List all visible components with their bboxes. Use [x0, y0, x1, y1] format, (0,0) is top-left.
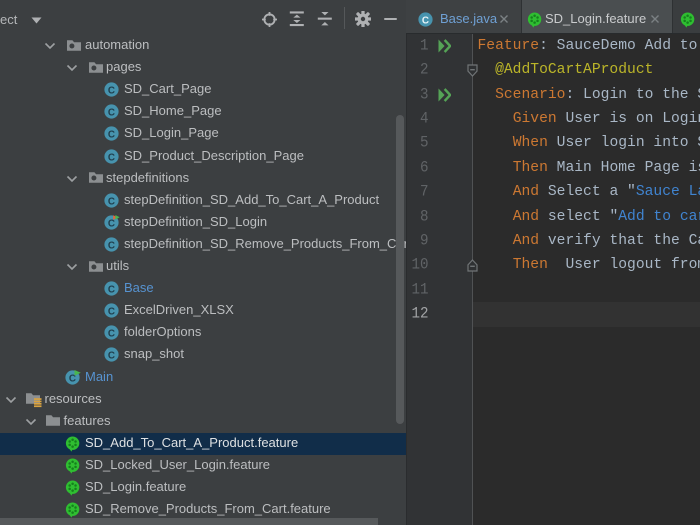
svg-text:C: C [108, 196, 115, 207]
svg-text:C: C [108, 218, 115, 229]
svg-text:C: C [108, 108, 115, 119]
svg-text:C: C [108, 240, 115, 251]
svg-text:C: C [108, 329, 115, 340]
svg-text:C: C [108, 284, 115, 295]
svg-text:C: C [108, 307, 115, 318]
svg-text:C: C [108, 152, 115, 163]
svg-text:C: C [108, 351, 115, 362]
svg-text:C: C [108, 130, 115, 141]
svg-text:C: C [108, 86, 115, 97]
svg-text:C: C [422, 15, 429, 26]
